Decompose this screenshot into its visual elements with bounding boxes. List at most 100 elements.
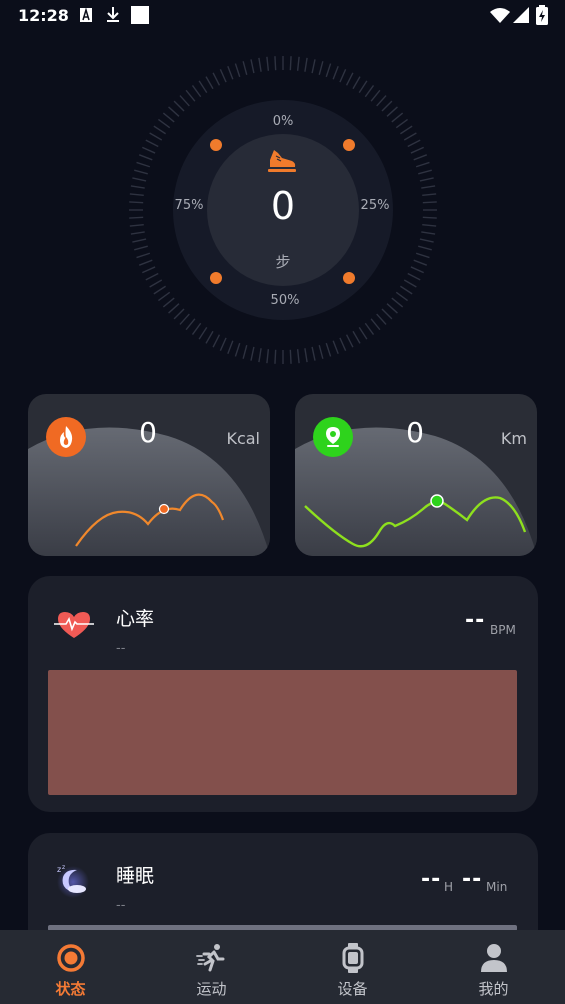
- gauge-tick: [274, 349, 277, 364]
- location-pin-icon: [313, 417, 353, 457]
- nav-label-status: 状态: [55, 980, 86, 998]
- step-count: 0: [270, 184, 296, 228]
- gauge-tick: [419, 238, 434, 243]
- gauge-tick: [325, 342, 332, 357]
- gauge-tick: [191, 84, 202, 98]
- gauge-tick: [134, 169, 148, 175]
- step-gauge[interactable]: 0% 25% 50% 75% 0 步: [125, 52, 441, 368]
- gauge-tick: [352, 76, 361, 90]
- download-icon: [107, 7, 119, 22]
- gauge-tick: [153, 125, 166, 135]
- sleep-moon-icon: z z: [57, 864, 89, 898]
- gauge-tick: [191, 322, 202, 336]
- heart-rate-unit: BPM: [490, 623, 516, 637]
- gauge-tick: [266, 56, 270, 71]
- gauge-tick: [132, 177, 147, 182]
- gauge-tick: [138, 154, 153, 161]
- svg-text:z: z: [57, 865, 61, 874]
- gauge-tick: [134, 245, 148, 251]
- gauge-tick: [145, 139, 159, 148]
- square-notification-icon: [131, 6, 149, 24]
- gauge-tick: [421, 231, 436, 235]
- gauge-tick: [296, 349, 300, 364]
- running-icon: [195, 944, 224, 972]
- gauge-tick: [332, 340, 339, 355]
- gauge-tick: [304, 57, 308, 72]
- gauge-tick: [370, 89, 381, 102]
- gauge-tick: [391, 112, 404, 123]
- gauge-tick: [358, 327, 368, 340]
- gauge-tick: [364, 322, 375, 336]
- wifi-icon: [490, 8, 510, 23]
- gauge-tick: [352, 330, 361, 344]
- gauge-tick: [219, 69, 227, 83]
- sleep-subtitle: --: [116, 898, 126, 913]
- gauge-tick: [345, 334, 354, 348]
- nav-item-status[interactable]: 状态: [0, 930, 141, 1004]
- gauge-tick: [403, 132, 417, 141]
- watch-icon: [342, 943, 363, 973]
- nav-label-device: 设备: [337, 980, 368, 998]
- gauge-tick: [145, 272, 159, 281]
- nav-item-device[interactable]: 设备: [282, 930, 423, 1004]
- gauge-dot-bottom-left: [210, 272, 222, 284]
- gauge-tick: [250, 346, 255, 361]
- gauge-tick: [376, 313, 387, 325]
- nav-item-exercise[interactable]: 运动: [141, 930, 282, 1004]
- battery-icon: [536, 5, 548, 25]
- heart-rate-title: 心率: [116, 608, 155, 630]
- gauge-tick: [185, 89, 196, 102]
- heart-rate-value: --: [465, 608, 486, 633]
- gauge-tick: [386, 106, 398, 117]
- gauge-tick: [149, 279, 163, 288]
- nav-item-mine[interactable]: 我的: [423, 930, 564, 1004]
- notification-a-icon: [80, 8, 92, 22]
- status-time: 12:28: [18, 6, 69, 25]
- gauge-tick: [198, 80, 208, 93]
- gauge-tick: [234, 342, 241, 357]
- gauge-tick: [395, 118, 409, 129]
- nav-label-mine: 我的: [478, 980, 509, 998]
- calories-card[interactable]: 0 Kcal: [28, 394, 270, 556]
- gauge-tick: [418, 169, 432, 175]
- nav-label-exercise: 运动: [196, 980, 227, 998]
- gauge-tick: [410, 146, 424, 154]
- gauge-tick: [130, 231, 145, 235]
- gauge-tick: [162, 112, 175, 123]
- sleep-hours-unit: H: [444, 880, 454, 894]
- calories-unit: Kcal: [226, 429, 260, 448]
- step-unit: 步: [275, 253, 291, 271]
- gauge-tick: [250, 59, 255, 74]
- gauge-tick: [149, 132, 163, 141]
- gauge-tick: [142, 146, 156, 154]
- bottom-navigation: 状态 运动 设备 我的: [0, 930, 565, 1004]
- gauge-tick: [173, 100, 185, 112]
- gauge-tick: [413, 154, 428, 161]
- gauge-tick: [205, 76, 214, 90]
- sleep-minutes-unit: Min: [486, 880, 508, 894]
- fire-icon: [46, 417, 86, 457]
- gauge-label-50: 50%: [270, 293, 300, 308]
- gauge-tick: [266, 349, 270, 364]
- gauge-tick: [296, 56, 300, 71]
- gauge-tick: [358, 80, 368, 93]
- gauge-tick: [407, 272, 421, 281]
- sleep-title: 睡眠: [116, 865, 155, 887]
- gauge-tick: [311, 346, 316, 361]
- gauge-tick: [258, 348, 262, 363]
- gauge-tick: [395, 291, 409, 302]
- distance-card[interactable]: 0 Km: [295, 394, 537, 556]
- heart-rate-panel[interactable]: 心率 -- -- BPM: [28, 576, 538, 812]
- gauge-tick: [304, 348, 308, 363]
- gauge-tick: [376, 95, 387, 107]
- gauge-tick: [234, 63, 241, 78]
- gauge-tick: [205, 330, 214, 344]
- gauge-tick: [274, 56, 277, 71]
- gauge-tick: [212, 334, 221, 348]
- status-bar: 12:28: [0, 0, 565, 32]
- gauge-tick: [162, 297, 175, 308]
- sleep-hours-value: --: [421, 867, 442, 892]
- gauge-tick: [185, 318, 196, 331]
- gauge-tick: [339, 337, 347, 351]
- gauge-tick: [386, 303, 398, 314]
